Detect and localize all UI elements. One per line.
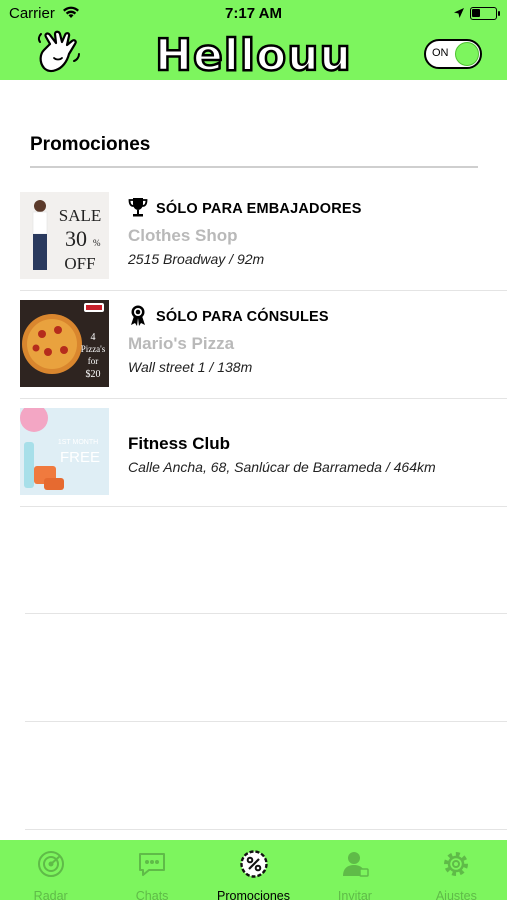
badge-label: SÓLO PARA CÓNSULES <box>156 309 329 325</box>
promotion-thumbnail-fitness: 1ST MONTH FREE <box>20 408 109 495</box>
tab-label: Chats <box>135 889 169 900</box>
thumb-free-text: FREE <box>60 449 100 466</box>
invite-user-icon <box>340 849 370 884</box>
business-name: Clothes Shop <box>128 226 238 245</box>
promotion-row[interactable]: SALE 30 % OFF SÓLO PARA EMBAJADORES Clot… <box>0 183 507 291</box>
status-bar: Carrier 7:17 AM <box>0 0 507 26</box>
business-address: Calle Ancha, 68, Sanlúcar de Barrameda /… <box>128 459 436 475</box>
tab-radar[interactable]: Radar <box>0 840 101 900</box>
battery-icon <box>470 7 500 20</box>
promotion-thumbnail-pizza: 4 Pizza's for $20 <box>20 300 109 387</box>
business-name: Mario's Pizza <box>128 334 235 353</box>
tab-invitar[interactable]: Invitar <box>304 840 405 900</box>
thumb-sale-text: SALE <box>59 206 102 225</box>
empty-row-divider <box>25 829 507 830</box>
location-arrow-icon <box>453 6 465 23</box>
badge-label: SÓLO PARA EMBAJADORES <box>156 201 362 217</box>
tab-label: Ajustes <box>435 889 477 900</box>
trophy-icon <box>128 196 148 222</box>
clock: 7:17 AM <box>225 5 282 22</box>
promotion-thumbnail-sale: SALE 30 % OFF <box>20 192 109 279</box>
radar-icon <box>36 849 66 884</box>
tab-label: Radar <box>33 889 68 900</box>
section-title: Promociones <box>30 134 151 155</box>
membership-badge: SÓLO PARA EMBAJADORES <box>128 196 362 222</box>
thumb-pizza-for: for <box>88 356 99 366</box>
tab-ajustes[interactable]: Ajustes <box>406 840 507 900</box>
promotion-row[interactable]: 1ST MONTH FREE Fitness Club Calle Ancha,… <box>0 399 507 507</box>
section-divider <box>30 166 478 168</box>
membership-badge: SÓLO PARA CÓNSULES <box>128 304 329 330</box>
thumb-month-text: 1ST MONTH <box>58 439 98 446</box>
thumb-off-text: OFF <box>64 254 95 273</box>
thumb-pizza-word: Pizza's <box>81 344 106 354</box>
promotion-row[interactable]: 4 Pizza's for $20 SÓLO PARA CÓNSULES Mar… <box>0 291 507 399</box>
row-divider <box>20 506 507 507</box>
tab-promociones[interactable]: Promociones <box>203 840 304 900</box>
nav-bar: Hellouu ON <box>0 26 507 82</box>
empty-row-divider <box>25 721 507 722</box>
tab-bar: Radar Chats Promociones Invitar Ajustes <box>0 840 507 900</box>
empty-row-divider <box>25 613 507 614</box>
thumb-pizza-price: $20 <box>86 369 101 380</box>
toggle-knob <box>455 42 479 66</box>
gear-icon <box>441 849 471 884</box>
availability-toggle[interactable]: ON <box>424 39 482 69</box>
tab-chats[interactable]: Chats <box>101 840 202 900</box>
promotions-list: SALE 30 % OFF SÓLO PARA EMBAJADORES Clot… <box>0 183 507 507</box>
business-address: Wall street 1 / 138m <box>128 359 253 375</box>
tab-label: Invitar <box>337 889 372 900</box>
chat-icon <box>137 849 167 884</box>
thumb-percent-text: 30 <box>65 226 87 251</box>
business-name: Fitness Club <box>128 434 231 453</box>
promo-percent-icon <box>239 849 269 884</box>
tab-label: Promociones <box>217 889 290 900</box>
thumb-pizza-count: 4 <box>91 332 96 343</box>
toggle-on-label: ON <box>432 47 449 59</box>
ribbon-award-icon <box>128 304 148 330</box>
thumb-percent-sign: % <box>93 238 101 248</box>
business-address: 2515 Broadway / 92m <box>128 251 265 267</box>
